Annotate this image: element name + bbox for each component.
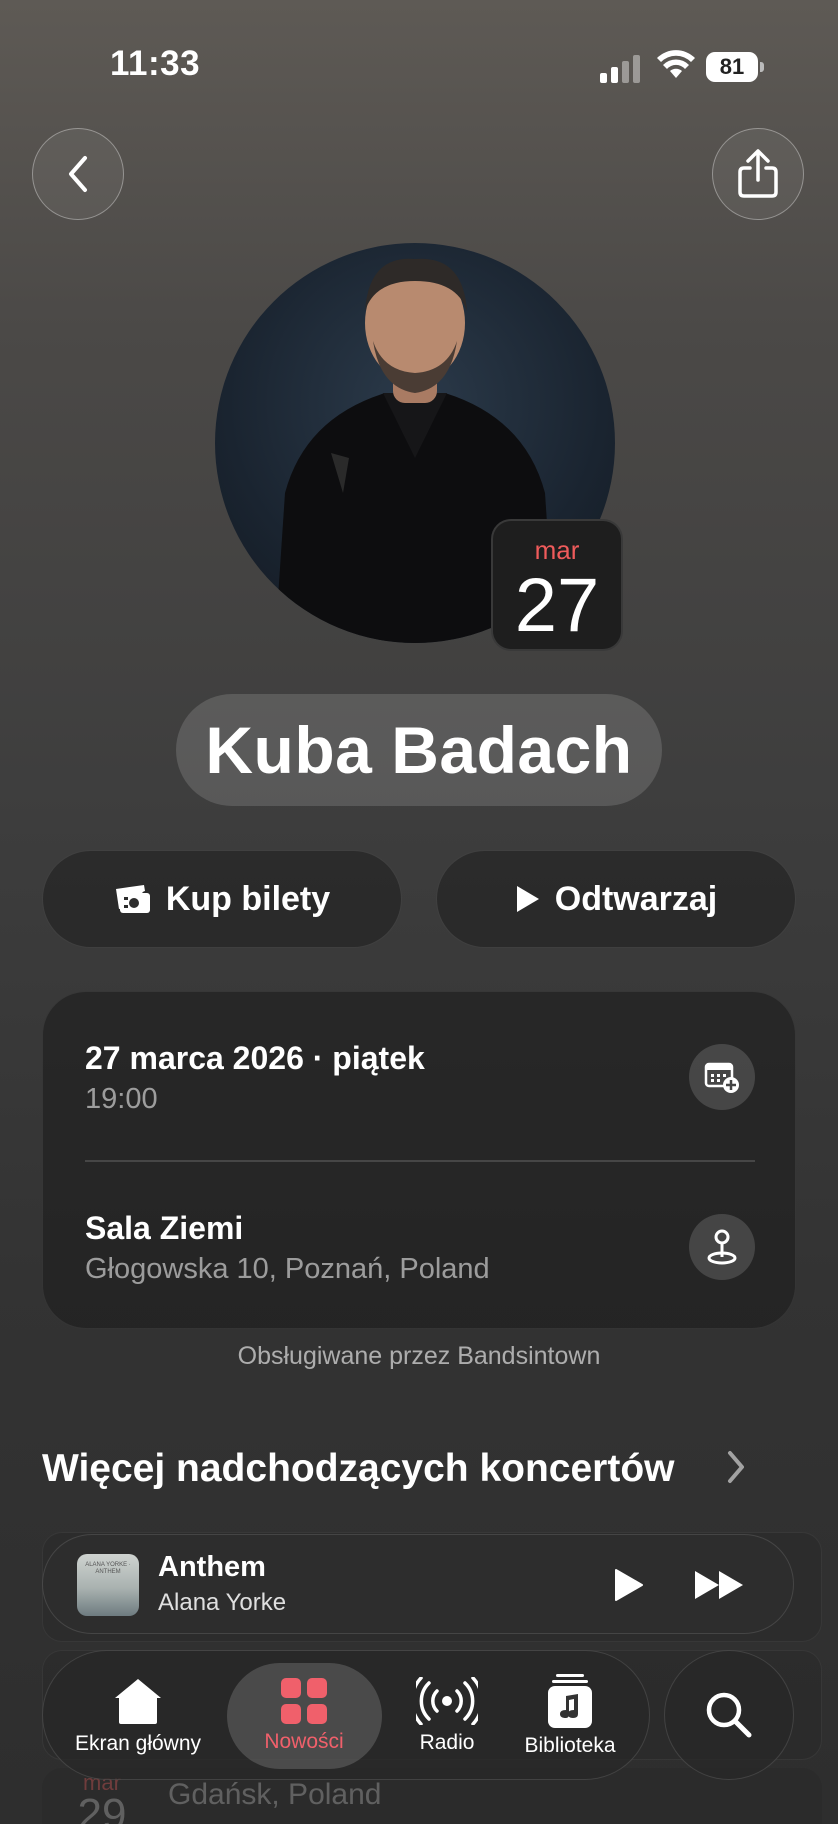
- share-button[interactable]: [712, 128, 804, 220]
- grid-icon: [281, 1678, 327, 1724]
- event-venue-row: Sala Ziemi Głogowska 10, Poznań, Poland: [85, 1210, 490, 1286]
- show-map-button[interactable]: [689, 1214, 755, 1280]
- buy-tickets-button[interactable]: Kup bilety: [42, 850, 402, 948]
- event-date-badge: mar 27: [491, 519, 623, 651]
- venue-address: Głogowska 10, Poznań, Poland: [85, 1253, 490, 1285]
- status-time: 11:33: [110, 44, 201, 83]
- venue-name: Sala Ziemi: [85, 1210, 244, 1246]
- more-concerts-heading[interactable]: Więcej nadchodzących koncertów: [42, 1447, 675, 1491]
- chevron-right-icon[interactable]: [724, 1447, 748, 1487]
- date-badge-day: 27: [514, 563, 600, 648]
- chevron-left-icon: [69, 156, 87, 192]
- list-item-day: 29: [77, 1790, 127, 1824]
- event-date-text: 27 marca 2026 · piątek: [85, 1040, 425, 1076]
- artist-name-pill[interactable]: Kuba Badach: [176, 694, 662, 806]
- wifi-icon: [657, 50, 695, 78]
- artist-name: Kuba Badach: [205, 713, 633, 787]
- tab-library[interactable]: Biblioteka: [505, 1651, 635, 1781]
- search-button[interactable]: [664, 1650, 794, 1780]
- powered-by-text: Obsługiwane przez Bandsintown: [237, 1342, 601, 1370]
- radio-icon: [416, 1677, 478, 1725]
- event-info-card: 27 marca 2026 · piątek 19:00 Sala Ziemi …: [42, 991, 796, 1329]
- tab-home[interactable]: Ekran główny: [63, 1651, 213, 1781]
- tab-label: Biblioteka: [524, 1734, 616, 1757]
- map-pin-icon: [707, 1229, 737, 1265]
- tab-radio[interactable]: Radio: [387, 1651, 507, 1781]
- buy-tickets-label: Kup bilety: [165, 879, 331, 918]
- cellular-signal-icon: [600, 55, 640, 83]
- list-item-location: Gdańsk, Poland: [168, 1778, 382, 1811]
- play-label: Odtwarzaj: [554, 879, 718, 918]
- calendar-add-icon: [704, 1062, 739, 1093]
- track-title: Anthem: [158, 1551, 266, 1583]
- search-icon: [706, 1692, 752, 1738]
- share-icon: [738, 149, 778, 198]
- home-icon: [115, 1679, 161, 1724]
- add-to-calendar-button[interactable]: [689, 1044, 755, 1110]
- play-icon: [516, 886, 539, 912]
- card-divider: [85, 1160, 755, 1162]
- library-icon: [548, 1674, 592, 1728]
- date-badge-month: mar: [534, 535, 580, 565]
- ticket-icon: [115, 885, 150, 913]
- event-time-text: 19:00: [85, 1083, 158, 1115]
- battery-indicator: 81: [706, 52, 764, 82]
- event-date-row: 27 marca 2026 · piątek 19:00: [85, 1040, 425, 1116]
- tab-new[interactable]: Nowości: [229, 1651, 379, 1781]
- battery-level: 81: [706, 52, 758, 82]
- tab-label: Radio: [419, 1731, 475, 1754]
- back-button[interactable]: [32, 128, 124, 220]
- tab-bar: Ekran główny Nowości Radio Biblioteka: [42, 1650, 650, 1780]
- mini-player[interactable]: ALANA YORKE · ANTHEM Anthem Alana Yorke: [42, 1534, 794, 1634]
- tab-label: Nowości: [264, 1730, 344, 1753]
- play-icon[interactable]: [613, 1567, 645, 1603]
- tab-label: Ekran główny: [74, 1732, 202, 1755]
- track-artist: Alana Yorke: [158, 1589, 287, 1616]
- album-art: ALANA YORKE · ANTHEM: [77, 1554, 139, 1616]
- fast-forward-icon[interactable]: [693, 1569, 747, 1601]
- album-art-text: ALANA YORKE · ANTHEM: [85, 1562, 131, 1575]
- play-button[interactable]: Odtwarzaj: [436, 850, 796, 948]
